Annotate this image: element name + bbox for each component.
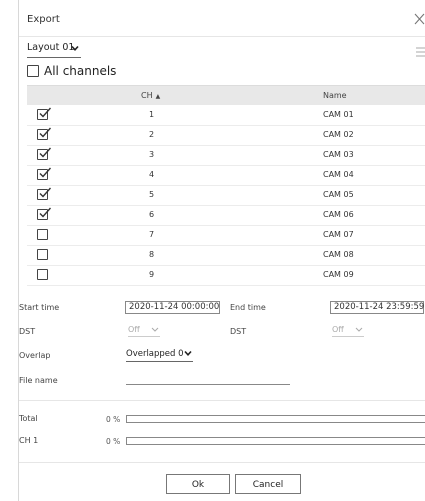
ch1-progress-label: CH 1 (19, 436, 39, 445)
layout-select-value: Layout 01 (27, 42, 75, 53)
ok-button[interactable]: Ok (166, 474, 230, 494)
overlap-select[interactable]: Overlapped 0 (126, 349, 193, 362)
total-progress-label: Total (19, 414, 38, 423)
total-progress-percent: 0 % (106, 415, 121, 424)
row-ch: 8 (149, 250, 155, 259)
ch1-progress-bar (126, 437, 425, 445)
start-time-input[interactable]: 2020-11-24 00:00:00 (125, 301, 220, 314)
row-name: CAM 09 (323, 270, 354, 279)
row-ch: 4 (149, 170, 155, 179)
row-checkbox[interactable] (37, 147, 51, 160)
layout-select[interactable]: Layout 01 (27, 42, 81, 58)
cancel-button[interactable]: Cancel (235, 474, 301, 494)
divider (19, 462, 425, 463)
dst-select-start[interactable]: Off (128, 325, 160, 337)
end-time-input[interactable]: 2020-11-24 23:59:59 (330, 301, 424, 314)
row-checkbox[interactable] (37, 269, 48, 280)
row-ch: 7 (149, 230, 155, 239)
row-ch: 2 (149, 130, 155, 139)
all-channels-box[interactable] (27, 65, 39, 77)
channel-table: CH ▲ Name 1 CAM 01 2 CAM 02 3 CAM 03 4 CAM 04 5 CA… (27, 85, 425, 289)
overlap-select-value: Overlapped 0 (126, 349, 184, 359)
chevron-down-icon (71, 44, 79, 55)
total-progress-bar (126, 415, 425, 423)
chevron-down-icon (184, 350, 192, 360)
row-name: CAM 05 (323, 190, 354, 199)
chevron-down-icon (151, 326, 159, 335)
file-name-input[interactable] (126, 373, 290, 385)
row-checkbox[interactable] (37, 107, 51, 120)
row-name: CAM 01 (323, 110, 354, 119)
row-ch: 9 (149, 270, 155, 279)
row-name: CAM 02 (323, 130, 354, 139)
dst-select-start-value: Off (128, 325, 140, 334)
row-ch: 3 (149, 150, 155, 159)
table-row[interactable]: 5 CAM 05 (27, 185, 425, 206)
dialog-title: Export (27, 14, 60, 25)
title-bar: Export (19, 0, 425, 37)
row-name: CAM 08 (323, 250, 354, 259)
row-checkbox[interactable] (37, 187, 51, 200)
export-dialog: Export Layout 01 All channels CH ▲ Name 1… (18, 0, 425, 501)
row-name: CAM 04 (323, 170, 354, 179)
column-header-ch[interactable]: CH ▲ (141, 91, 160, 100)
dst-select-end-value: Off (332, 325, 344, 334)
overlap-label: Overlap (19, 351, 51, 360)
row-checkbox[interactable] (37, 249, 48, 260)
table-row[interactable]: 3 CAM 03 (27, 145, 425, 166)
row-ch: 1 (149, 110, 155, 119)
row-name: CAM 07 (323, 230, 354, 239)
table-header: CH ▲ Name (27, 86, 425, 105)
dst-select-end[interactable]: Off (332, 325, 364, 337)
ch1-progress-percent: 0 % (106, 437, 121, 446)
end-time-label: End time (230, 303, 266, 312)
row-name: CAM 06 (323, 210, 354, 219)
dst-label-start: DST (19, 327, 36, 336)
table-row[interactable]: 6 CAM 06 (27, 205, 425, 226)
table-row[interactable]: 2 CAM 02 (27, 125, 425, 146)
table-row[interactable]: 1 CAM 01 (27, 105, 425, 126)
list-menu-icon[interactable] (415, 43, 425, 57)
row-name: CAM 03 (323, 150, 354, 159)
divider (19, 400, 425, 401)
close-icon[interactable] (413, 11, 425, 25)
table-row[interactable] (27, 285, 425, 289)
row-ch: 5 (149, 190, 155, 199)
row-ch: 6 (149, 210, 155, 219)
start-time-label: Start time (19, 303, 60, 312)
row-checkbox[interactable] (37, 167, 51, 180)
table-row[interactable]: 9 CAM 09 (27, 265, 425, 286)
all-channels-label: All channels (44, 64, 117, 78)
column-header-name[interactable]: Name (323, 91, 347, 100)
table-row[interactable]: 4 CAM 04 (27, 165, 425, 186)
chevron-down-icon (355, 326, 363, 335)
row-checkbox[interactable] (37, 207, 51, 220)
table-row[interactable]: 7 CAM 07 (27, 225, 425, 246)
dst-label-end: DST (230, 327, 247, 336)
row-checkbox[interactable] (37, 229, 48, 240)
file-name-label: File name (19, 376, 58, 385)
column-ch-label: CH (141, 91, 153, 100)
sort-asc-icon: ▲ (155, 93, 161, 100)
table-row[interactable]: 8 CAM 08 (27, 245, 425, 266)
row-checkbox[interactable] (37, 127, 51, 140)
